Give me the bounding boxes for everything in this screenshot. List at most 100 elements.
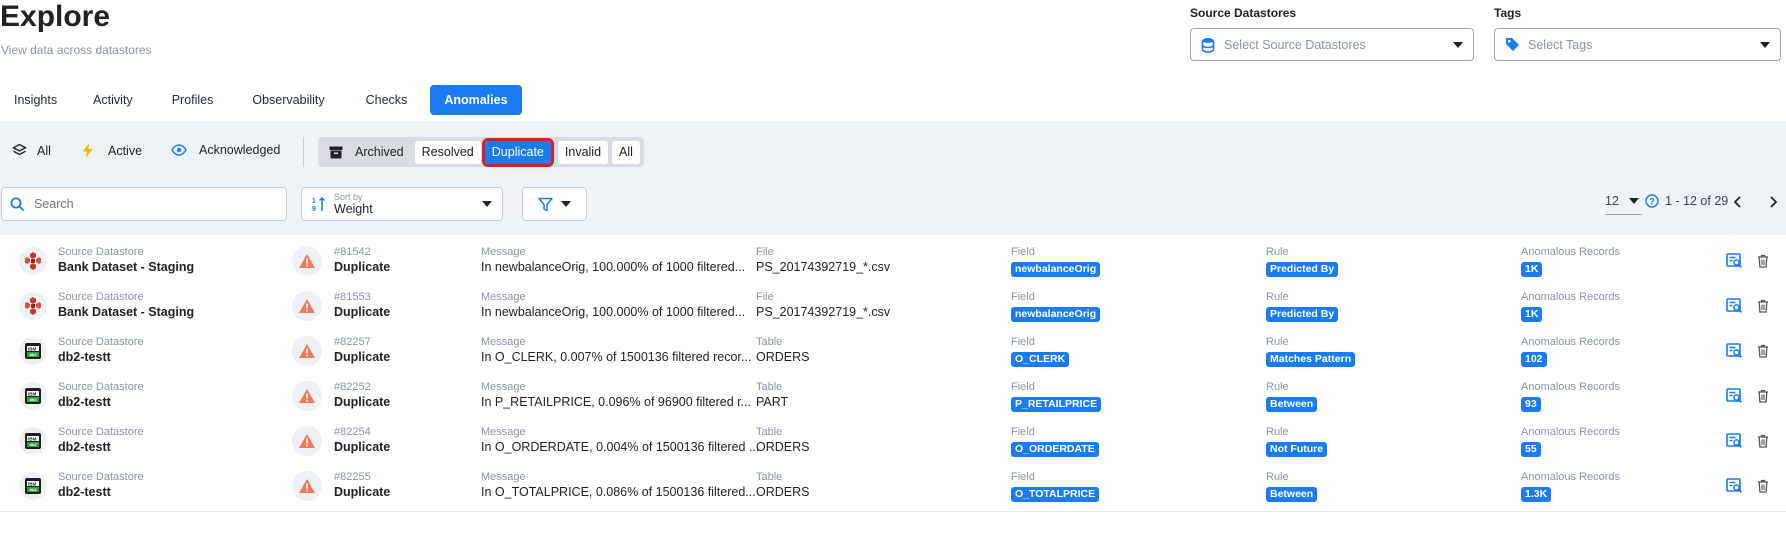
explore-tabs: Insights Activity Profiles Observability… xyxy=(0,85,526,115)
db2-icon: IBM db2 xyxy=(19,382,47,410)
dataset-icon xyxy=(19,247,47,275)
tab-observability[interactable]: Observability xyxy=(234,85,342,115)
next-page-button[interactable] xyxy=(1769,196,1778,208)
search-box[interactable] xyxy=(1,187,287,221)
source-datastores-dropdown[interactable]: Select Source Datastores xyxy=(1190,28,1474,61)
anomaly-message: In P_RETAILPRICE, 0.096% of 96900 filter… xyxy=(481,395,752,409)
pagination-info: ? 1 - 12 of 29 xyxy=(1645,194,1728,208)
anomaly-row[interactable]: Source Datastore Bank Dataset - Staging … xyxy=(0,236,1786,287)
rule-badge: Predicted By xyxy=(1266,262,1339,277)
anomalous-records-label: Anomalous Records xyxy=(1521,336,1621,348)
chevron-right-icon xyxy=(1770,196,1778,208)
page-size-value: 12 xyxy=(1605,194,1619,208)
inspect-icon[interactable] xyxy=(1726,343,1743,359)
inspect-icon[interactable] xyxy=(1726,298,1743,314)
anomaly-row[interactable]: Source Datastore Bank Dataset - Staging … xyxy=(0,281,1786,332)
status-filter-active[interactable]: Active xyxy=(82,143,142,158)
tab-activity[interactable]: Activity xyxy=(75,85,151,115)
message-label: Message xyxy=(481,471,526,483)
rule-label: Rule xyxy=(1266,336,1289,348)
db2-icon: IBM db2 xyxy=(19,472,47,500)
layers-icon xyxy=(12,143,27,158)
tag-icon xyxy=(1505,37,1521,53)
field-label: Field xyxy=(1011,426,1035,438)
page-size-select[interactable]: 12 xyxy=(1605,194,1639,208)
tags-placeholder: Select Tags xyxy=(1528,37,1593,52)
sort-dropdown[interactable]: 19 Sort by Weight xyxy=(301,187,503,221)
archived-filter[interactable]: Archived xyxy=(322,141,411,164)
duplicate-filter[interactable]: Duplicate xyxy=(481,137,554,167)
tab-anomalies[interactable]: Anomalies xyxy=(430,85,522,115)
container-name: PART xyxy=(756,395,789,409)
search-input[interactable] xyxy=(34,197,274,211)
resolved-filter[interactable]: Resolved xyxy=(414,140,481,164)
invalid-filter[interactable]: Invalid xyxy=(557,140,609,164)
status-filter-acknowledged[interactable]: Acknowledged xyxy=(171,143,280,157)
prev-page-button[interactable] xyxy=(1733,196,1742,208)
search-icon xyxy=(10,197,25,212)
anomaly-id[interactable]: #81542 xyxy=(334,245,390,259)
trash-icon[interactable] xyxy=(1757,254,1769,268)
anomaly-id[interactable]: #81553 xyxy=(334,290,390,304)
tags-dropdown[interactable]: Select Tags xyxy=(1494,28,1781,61)
anomalous-records-label: Anomalous Records xyxy=(1521,291,1621,303)
chevron-left-icon xyxy=(1733,196,1741,208)
trash-icon[interactable] xyxy=(1757,434,1769,448)
rule-label: Rule xyxy=(1266,246,1289,258)
field-badge: newbalanceOrig xyxy=(1011,262,1101,277)
archived-filter-group: Archived Resolved Duplicate Invalid All xyxy=(318,137,644,167)
trash-icon[interactable] xyxy=(1757,389,1769,403)
trash-icon[interactable] xyxy=(1757,344,1769,358)
all-archived-filter[interactable]: All xyxy=(612,140,640,164)
filter-button[interactable] xyxy=(522,187,587,221)
inspect-icon[interactable] xyxy=(1726,253,1743,269)
inspect-icon[interactable] xyxy=(1726,478,1743,494)
anomaly-id[interactable]: #82257 xyxy=(334,335,390,349)
anomaly-id[interactable]: #82252 xyxy=(334,380,390,394)
database-icon xyxy=(1201,37,1217,53)
message-label: Message xyxy=(481,381,526,393)
anomaly-id[interactable]: #82254 xyxy=(334,425,390,439)
svg-text:IBM: IBM xyxy=(28,481,37,486)
container-name: ORDERS xyxy=(756,485,810,499)
source-datastore-name: Bank Dataset - Staging xyxy=(58,305,195,319)
container-name: PS_20174392719_*.csv xyxy=(756,305,891,319)
trash-icon[interactable] xyxy=(1757,299,1769,313)
rule-badge: Not Future xyxy=(1266,442,1328,457)
anomaly-row[interactable]: IBM db2 Source Datastore db2-testt #82255… xyxy=(0,461,1786,512)
rule-badge: Between xyxy=(1266,487,1318,502)
source-datastore-name: Bank Dataset - Staging xyxy=(58,260,195,274)
trash-icon[interactable] xyxy=(1757,479,1769,493)
rule-badge: Predicted By xyxy=(1266,307,1339,322)
svg-text:db2: db2 xyxy=(30,487,38,492)
anomaly-row[interactable]: IBM db2 Source Datastore db2-testt #82257… xyxy=(0,326,1786,377)
help-icon[interactable]: ? xyxy=(1645,194,1659,208)
field-badge: newbalanceOrig xyxy=(1011,307,1101,322)
field-badge: O_TOTALPRICE xyxy=(1011,487,1100,502)
status-all-label: All xyxy=(37,143,51,158)
anomaly-status: Duplicate xyxy=(334,485,391,499)
anomaly-row[interactable]: IBM db2 Source Datastore db2-testt #82252… xyxy=(0,371,1786,422)
anomaly-status: Duplicate xyxy=(334,350,391,364)
anomaly-row[interactable]: IBM db2 Source Datastore db2-testt #82254… xyxy=(0,416,1786,467)
anomaly-id[interactable]: #82255 xyxy=(334,470,390,484)
source-datastore-label: Source Datastore xyxy=(58,246,144,258)
anomalous-records-label: Anomalous Records xyxy=(1521,246,1621,258)
inspect-icon[interactable] xyxy=(1726,388,1743,404)
message-label: Message xyxy=(481,336,526,348)
page-subtitle: View data across datastores xyxy=(1,43,152,57)
rule-label: Rule xyxy=(1266,426,1289,438)
status-acknowledged-label: Acknowledged xyxy=(199,143,281,157)
field-badge: O_CLERK xyxy=(1011,352,1070,367)
message-label: Message xyxy=(481,426,526,438)
inspect-icon[interactable] xyxy=(1726,433,1743,449)
tab-checks[interactable]: Checks xyxy=(347,85,427,115)
status-active-label: Active xyxy=(108,143,143,158)
status-filter-all[interactable]: All xyxy=(12,143,51,158)
tab-insights[interactable]: Insights xyxy=(0,85,71,115)
warning-icon xyxy=(292,381,322,411)
anomalous-records-label: Anomalous Records xyxy=(1521,381,1621,393)
chevron-down-icon xyxy=(1453,41,1463,48)
records-badge: 1K xyxy=(1521,307,1543,322)
tab-profiles[interactable]: Profiles xyxy=(155,85,231,115)
